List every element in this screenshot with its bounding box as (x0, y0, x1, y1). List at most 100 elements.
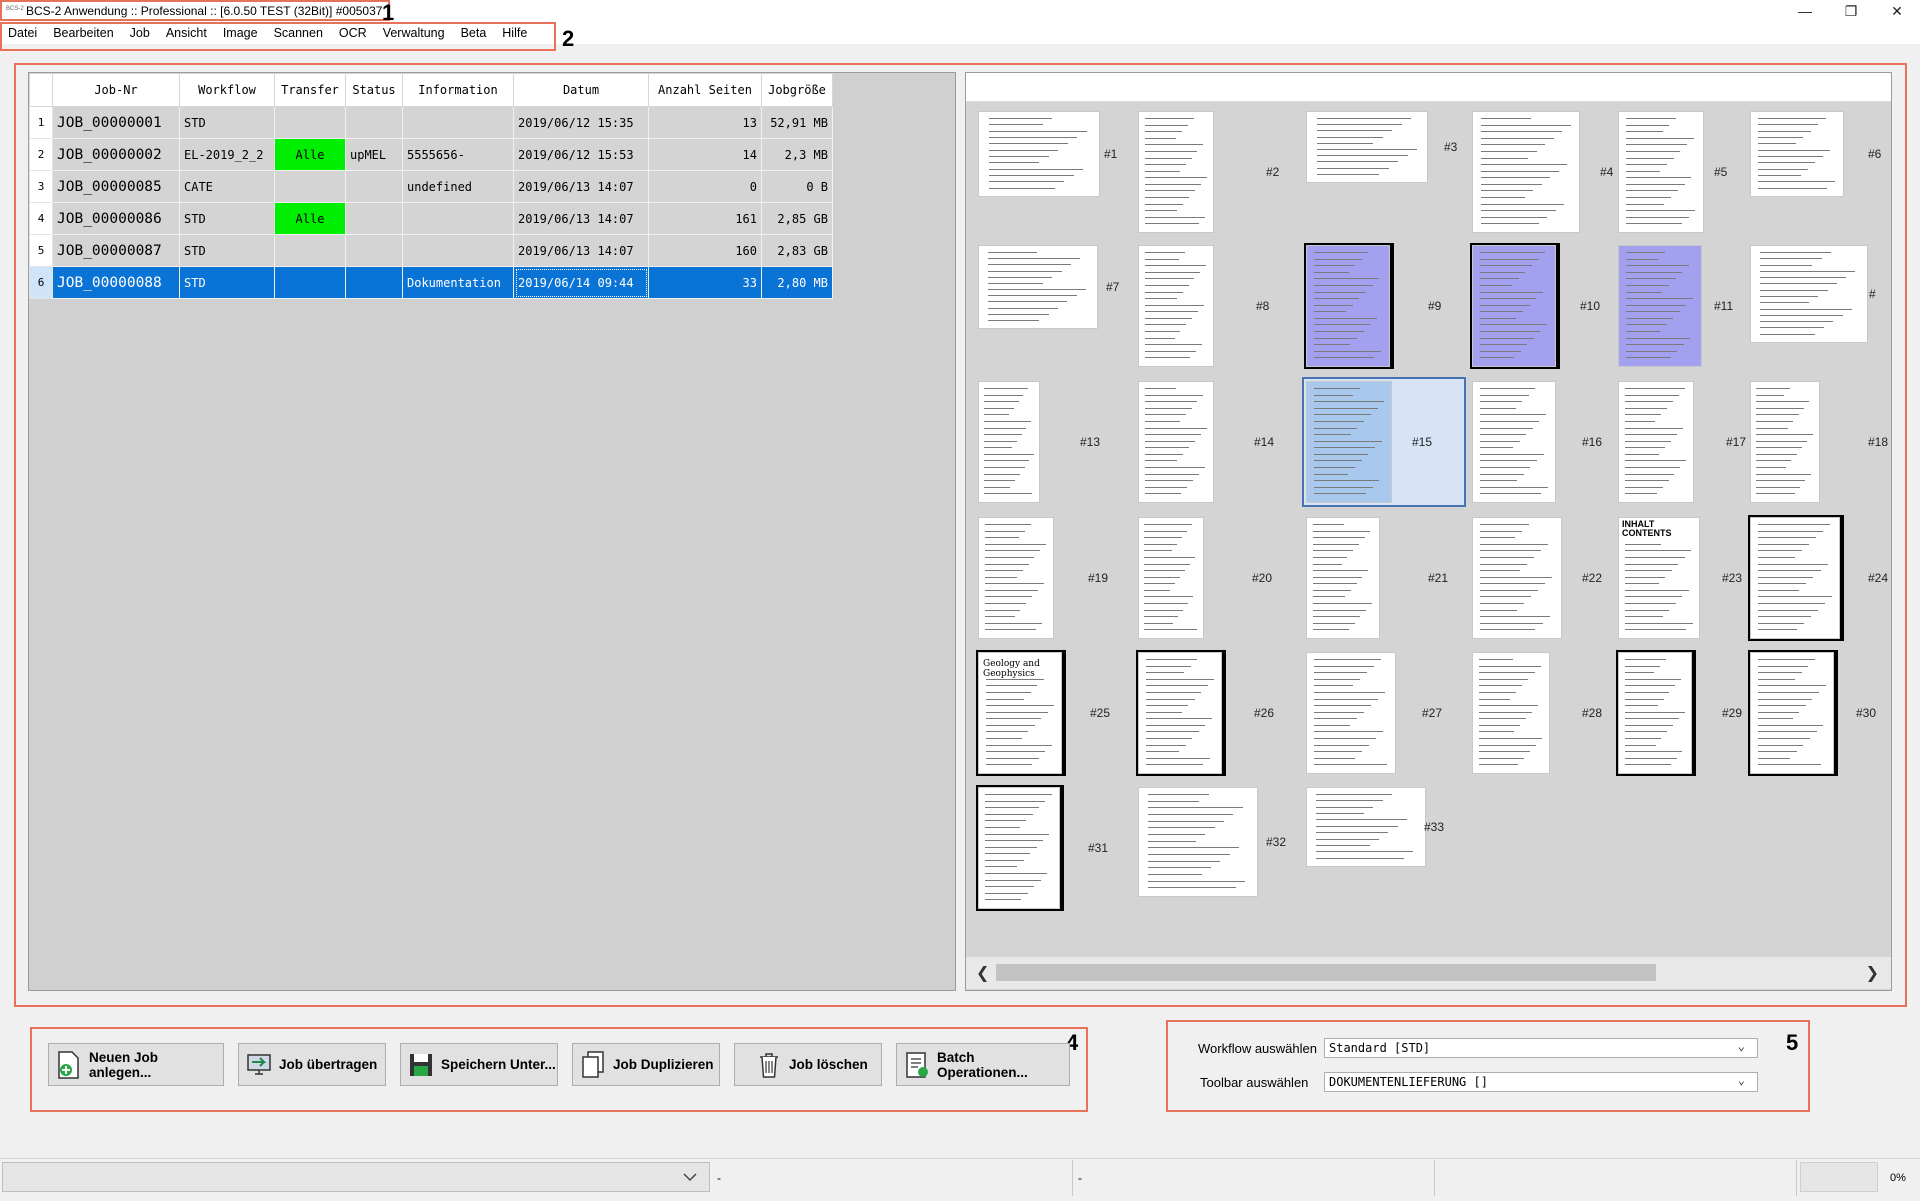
menu-bearbeiten[interactable]: Bearbeiten (53, 26, 113, 40)
text-line (1314, 659, 1381, 660)
new-job-button[interactable]: Neuen Job anlegen... (48, 1043, 224, 1086)
transfer-job-button[interactable]: Job übertragen (238, 1043, 386, 1086)
cell-transfer[interactable]: Alle (274, 202, 346, 235)
menu-hilfe[interactable]: Hilfe (502, 26, 527, 40)
col-datum[interactable]: Datum (513, 73, 649, 107)
text-line (1148, 887, 1236, 889)
cell-transfer[interactable]: Alle (274, 138, 346, 171)
text-line (1481, 137, 1554, 139)
cell-information[interactable]: Dokumentation (402, 266, 514, 299)
cell-job-nr[interactable]: JOB_00000088 (52, 266, 180, 299)
close-button[interactable]: ✕ (1874, 0, 1920, 22)
col-transfer[interactable]: Transfer (274, 73, 346, 107)
cell-job-nr[interactable]: JOB_00000085 (52, 170, 180, 203)
cell-anzahl-seiten[interactable]: 161 (648, 202, 762, 235)
scroll-right-icon[interactable]: ❯ (1866, 963, 1879, 983)
col-anzahl-seiten[interactable]: Anzahl Seiten (648, 73, 762, 107)
cell-datum[interactable]: 2019/06/14 09:44 (513, 266, 649, 299)
cell-status[interactable] (345, 266, 403, 299)
cell-jobgroesse[interactable]: 0 B (761, 170, 833, 203)
col-information[interactable]: Information (402, 73, 514, 107)
cell-datum[interactable]: 2019/06/13 14:07 (513, 234, 649, 267)
menu-beta[interactable]: Beta (461, 26, 487, 40)
cell-job-nr[interactable]: JOB_00000002 (52, 138, 180, 171)
text-line (1624, 407, 1668, 409)
cell-status[interactable] (345, 234, 403, 267)
menu-datei[interactable]: Datei (8, 26, 37, 40)
cell-information[interactable] (402, 106, 514, 139)
scrollbar-thumb[interactable] (996, 964, 1656, 981)
cell-workflow[interactable]: STD (179, 234, 275, 267)
delete-job-button[interactable]: Job löschen (734, 1043, 882, 1086)
cell-status[interactable] (345, 106, 403, 139)
cell-transfer[interactable] (274, 106, 346, 139)
horizontal-scrollbar[interactable]: ❮ ❯ (966, 957, 1891, 989)
cell-jobgroesse[interactable]: 2,80 MB (761, 266, 833, 299)
workflow-select[interactable]: Standard [STD] ⌄ (1324, 1038, 1758, 1058)
text-line (1316, 813, 1364, 815)
cell-datum[interactable]: 2019/06/12 15:53 (513, 138, 649, 171)
cell-information[interactable] (402, 234, 514, 267)
cell-job-nr[interactable]: JOB_00000087 (52, 234, 180, 267)
batch-operations-button[interactable]: Batch Operationen... (896, 1043, 1070, 1086)
text-line (1625, 550, 1691, 552)
table-row[interactable]: 2 JOB_00000002 EL-2019_2_2 Alle upMEL 55… (29, 138, 833, 171)
table-row[interactable]: 3 JOB_00000085 CATE undefined 2019/06/13… (29, 170, 833, 203)
cell-workflow[interactable]: STD (179, 266, 275, 299)
menu-verwaltung[interactable]: Verwaltung (383, 26, 445, 40)
text-line (985, 685, 1038, 687)
cell-workflow[interactable]: STD (179, 106, 275, 139)
cell-anzahl-seiten[interactable]: 33 (648, 266, 762, 299)
restore-button[interactable]: ❐ (1828, 0, 1874, 22)
duplicate-job-button[interactable]: Job Duplizieren (572, 1043, 720, 1086)
menu-ocr[interactable]: OCR (339, 26, 367, 40)
minimize-button[interactable]: — (1782, 0, 1828, 22)
cell-datum[interactable]: 2019/06/12 15:35 (513, 106, 649, 139)
cell-workflow[interactable]: EL-2019_2_2 (179, 138, 275, 171)
cell-datum[interactable]: 2019/06/13 14:07 (513, 170, 649, 203)
cell-transfer[interactable] (274, 234, 346, 267)
cell-jobgroesse[interactable]: 2,85 GB (761, 202, 833, 235)
status-combo[interactable] (2, 1162, 710, 1192)
cell-job-nr[interactable]: JOB_00000086 (52, 202, 180, 235)
col-workflow[interactable]: Workflow (179, 73, 275, 107)
cell-status[interactable]: upMEL (345, 138, 403, 171)
cell-anzahl-seiten[interactable]: 13 (648, 106, 762, 139)
table-row[interactable]: 1 JOB_00000001 STD 2019/06/12 15:35 13 5… (29, 106, 833, 139)
text-line (1144, 394, 1204, 396)
cell-jobgroesse[interactable]: 52,91 MB (761, 106, 833, 139)
cell-job-nr[interactable]: JOB_00000001 (52, 106, 180, 139)
col-job-nr[interactable]: Job-Nr (52, 73, 180, 107)
col-jobgroesse[interactable]: Jobgröße (761, 73, 833, 107)
cell-jobgroesse[interactable]: 2,83 GB (761, 234, 833, 267)
save-as-button[interactable]: Speichern Unter... (400, 1043, 558, 1086)
scroll-left-icon[interactable]: ❮ (976, 963, 989, 983)
menu-job[interactable]: Job (130, 26, 150, 40)
menu-image[interactable]: Image (223, 26, 258, 40)
cell-anzahl-seiten[interactable]: 14 (648, 138, 762, 171)
cell-workflow[interactable]: STD (179, 202, 275, 235)
thumbnail-number: #21 (1428, 571, 1449, 585)
menu-scannen[interactable]: Scannen (274, 26, 323, 40)
cell-jobgroesse[interactable]: 2,3 MB (761, 138, 833, 171)
text-line (1312, 583, 1357, 585)
toolbar-select[interactable]: DOKUMENTENLIEFERUNG [] ⌄ (1324, 1072, 1758, 1092)
table-row[interactable]: 4 JOB_00000086 STD Alle 2019/06/13 14:07… (29, 202, 833, 235)
menu-ansicht[interactable]: Ansicht (166, 26, 207, 40)
table-row[interactable]: 5 JOB_00000087 STD 2019/06/13 14:07 160 … (29, 234, 833, 267)
cell-anzahl-seiten[interactable]: 160 (648, 234, 762, 267)
cell-information[interactable]: undefined (402, 170, 514, 203)
cell-transfer[interactable] (274, 170, 346, 203)
cell-information[interactable] (402, 202, 514, 235)
cell-datum[interactable]: 2019/06/13 14:07 (513, 202, 649, 235)
table-row-selected[interactable]: 6 JOB_00000088 STD Dokumentation 2019/06… (29, 266, 833, 299)
cell-status[interactable] (345, 170, 403, 203)
cell-workflow[interactable]: CATE (179, 170, 275, 203)
cell-information[interactable]: 5555656- (402, 138, 514, 171)
col-status[interactable]: Status (345, 73, 403, 107)
text-line (1313, 486, 1373, 488)
cell-transfer[interactable] (274, 266, 346, 299)
text-line (1758, 130, 1811, 132)
cell-status[interactable] (345, 202, 403, 235)
cell-anzahl-seiten[interactable]: 0 (648, 170, 762, 203)
